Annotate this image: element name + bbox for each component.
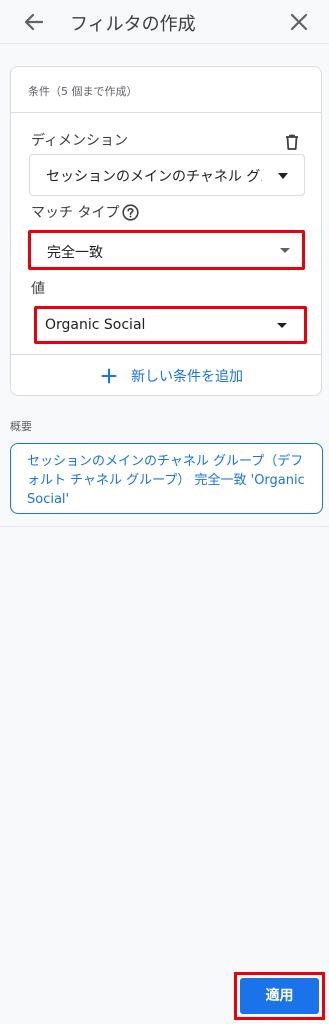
match-type-value: 完全一致 <box>47 245 103 261</box>
close-button[interactable] <box>286 9 312 35</box>
value-select[interactable]: Organic Social <box>34 306 307 344</box>
value-value: Organic Social <box>45 317 146 333</box>
chevron-down-icon <box>277 323 287 328</box>
add-condition-button[interactable]: 新しい条件を追加 <box>11 355 321 396</box>
chevron-down-icon <box>278 173 288 179</box>
match-type-label: マッチ タイプ <box>31 205 120 221</box>
apply-button[interactable]: 適用 <box>240 978 319 1014</box>
condition-card: 条件（5 個まで作成） ディメンション セッションのメインのチャネル グループ（… <box>10 66 322 396</box>
match-type-select[interactable]: 完全一致 <box>28 230 305 270</box>
help-circle-icon[interactable] <box>122 204 139 221</box>
value-label: 値 <box>31 281 45 297</box>
summary-label: 概要 <box>10 420 32 433</box>
close-icon <box>290 13 308 31</box>
add-condition-label: 新しい条件を追加 <box>131 369 243 385</box>
summary-text: セッションのメインのチャネル グループ（デフォルト チャネル グループ） 完全一… <box>27 454 305 507</box>
chevron-down-icon <box>280 248 290 253</box>
dimension-label: ディメンション <box>31 133 129 149</box>
condition-heading: 条件（5 個まで作成） <box>28 85 138 98</box>
summary-box: セッションのメインのチャネル グループ（デフォルト チャネル グループ） 完全一… <box>10 443 323 514</box>
arrow-left-icon <box>24 13 44 31</box>
filter-panel: フィルタの作成 条件（5 個まで作成） ディメンション セッションのメインのチャ… <box>0 0 329 1024</box>
back-button[interactable] <box>20 9 48 35</box>
panel-header: フィルタの作成 <box>0 0 329 44</box>
delete-condition-button[interactable] <box>283 133 301 151</box>
plus-icon <box>101 368 117 384</box>
trash-icon <box>286 134 298 150</box>
dimension-select[interactable]: セッションのメインのチャネル グループ（デフォルト チャネル グループ） <box>29 154 305 196</box>
condition-card-header: 条件（5 個まで作成） <box>11 67 321 113</box>
dimension-value: セッションのメインのチャネル グループ（デフォルト チャネル グループ） <box>46 169 262 185</box>
page-title: フィルタの作成 <box>70 14 196 35</box>
apply-highlight: 適用 <box>234 972 325 1020</box>
divider <box>0 526 329 527</box>
